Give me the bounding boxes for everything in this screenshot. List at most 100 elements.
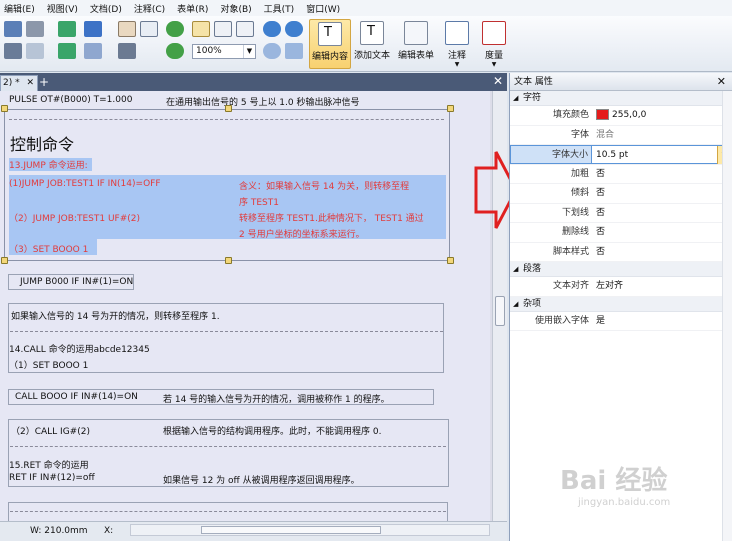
menu-window[interactable]: 窗口(W) [302, 2, 348, 15]
prop-text-align[interactable]: 文本对齐 左对齐 [510, 277, 732, 297]
actual-size-icon[interactable] [192, 21, 210, 37]
comment-button[interactable]: 注释 ▼ [443, 19, 471, 69]
scroll-thumb[interactable] [495, 296, 505, 326]
prop-value: 否 [596, 246, 606, 257]
resize-handle-bl[interactable] [1, 257, 8, 264]
toolbar: 100% ▼ T 编辑内容 T 添加文本 编辑表单 注释 ▼ 度量 ▼ [0, 16, 732, 72]
menu-comment[interactable]: 注释(C) [130, 2, 173, 15]
add-text-button[interactable]: T 添加文本 [353, 19, 391, 69]
prop-key: 文本对齐 [552, 281, 589, 291]
category-character[interactable]: ◢ 字符 [510, 91, 732, 106]
prop-value: 否 [596, 207, 606, 218]
snapshot-icon[interactable] [118, 43, 136, 59]
watermark-logo: Bai 经验 jingyan.baidu.com [560, 460, 710, 520]
properties-scrollbar[interactable] [722, 91, 732, 541]
prop-script-style[interactable]: 脚本样式 否 [510, 243, 732, 262]
edit-form-icon [404, 21, 428, 45]
save-icon[interactable] [4, 21, 22, 37]
menu-edit[interactable]: 编辑(E) [0, 2, 43, 15]
zoom-in-icon[interactable] [263, 21, 281, 37]
resize-handle-bm[interactable] [225, 257, 232, 264]
prop-font[interactable]: 字体 混合 [510, 126, 732, 145]
category-paragraph[interactable]: ◢ 段落 [510, 262, 732, 277]
close-icon[interactable]: ✕ [717, 73, 726, 91]
email-icon[interactable] [26, 43, 44, 59]
redo-icon[interactable] [84, 43, 102, 59]
resize-handle-tm[interactable] [225, 105, 232, 112]
zoom-select[interactable]: 100% ▼ [192, 44, 256, 59]
prop-font-size[interactable]: 字体大小 10.5 pt▼ [510, 145, 732, 165]
zoom-tool-icon[interactable] [263, 43, 281, 59]
prop-embed-font[interactable]: 使用嵌入字体 是 [510, 312, 732, 331]
fit-width-icon[interactable] [236, 21, 254, 37]
doc-line-jump1-right: 含义：如果输入信号 14 为关，则转移至程 [239, 182, 410, 192]
fit-page-icon[interactable] [214, 21, 232, 37]
select-text-icon[interactable] [140, 21, 158, 37]
forward-icon[interactable] [58, 43, 76, 59]
scanner-icon[interactable] [26, 21, 44, 37]
comment-icon [445, 21, 469, 45]
menu-view[interactable]: 视图(V) [43, 2, 86, 15]
horizontal-scrollbar[interactable] [130, 524, 490, 536]
resize-handle-br[interactable] [447, 257, 454, 264]
cursor-x-readout: X: [104, 526, 114, 536]
measure-button[interactable]: 度量 ▼ [480, 19, 508, 69]
doc-line-jump2-right-2: 2 号用户坐标的坐标系来运行。 [239, 230, 365, 240]
category-misc[interactable]: ◢ 杂项 [510, 296, 732, 312]
doc-line-jump-title: 13.JUMP 命令运用: [9, 158, 92, 171]
doc-line-call-ig-right: 根据输入信号的结构调用程序。此时，不能调用程序 0. [163, 427, 382, 437]
collapse-icon[interactable]: ◢ [513, 297, 523, 312]
doc-line-ret-left: RET IF IN#(12)=off [9, 473, 95, 483]
collapse-icon[interactable]: ◢ [513, 91, 523, 106]
close-icon[interactable]: ✕ [26, 76, 34, 90]
collapse-icon[interactable]: ◢ [513, 262, 523, 277]
prop-value: 否 [596, 227, 606, 237]
resize-handle-tr[interactable] [447, 105, 454, 112]
document-tab[interactable]: 2) * ✕ [0, 75, 38, 91]
properties-title-label: 文本 属性 [514, 77, 553, 87]
color-swatch[interactable] [596, 109, 609, 120]
divider [10, 511, 446, 512]
prop-key: 删除线 [561, 227, 589, 237]
document-tab-label: 2) * [3, 78, 20, 88]
document-page: PULSE OT#(B000) T=1.000 在通用输出信号的 5 号上以 1… [0, 91, 490, 521]
watermark-main: Bai 经验 [560, 466, 668, 496]
menu-form[interactable]: 表单(R) [173, 2, 216, 15]
doc-line-call-ig-left: （2）CALL IG#(2) [11, 427, 90, 437]
edit-content-button[interactable]: T 编辑内容 [309, 19, 351, 69]
zoom-out-icon[interactable] [285, 21, 303, 37]
divider [10, 331, 443, 332]
prop-value: 是 [596, 315, 606, 326]
resize-handle-tl[interactable] [1, 105, 8, 112]
prop-bold[interactable]: 加粗 否 [510, 165, 732, 184]
scroll-thumb[interactable] [201, 526, 381, 534]
hand-tool-icon[interactable] [118, 21, 136, 37]
add-text-icon: T [360, 21, 384, 45]
menu-document[interactable]: 文档(D) [86, 2, 130, 15]
rotate-right-icon[interactable] [166, 43, 184, 59]
prop-key: 脚本样式 [552, 246, 589, 257]
prop-strikethrough[interactable]: 删除线 否 [510, 223, 732, 243]
back-icon[interactable] [58, 21, 76, 37]
app-window: 编辑(E) 视图(V) 文档(D) 注释(C) 表单(R) 对象(B) 工具(T… [0, 0, 732, 541]
zoom-value: 100% [196, 46, 222, 56]
rotate-left-icon[interactable] [166, 21, 184, 37]
chevron-down-icon: ▼ [491, 61, 497, 68]
print-icon[interactable] [4, 43, 22, 59]
loupe-icon[interactable] [285, 43, 303, 59]
prop-value: 否 [596, 168, 606, 179]
properties-title: 文本 属性 ✕ [510, 73, 732, 91]
undo-icon[interactable] [84, 21, 102, 37]
prop-italic[interactable]: 倾斜 否 [510, 184, 732, 204]
prop-underline[interactable]: 下划线 否 [510, 204, 732, 223]
doc-line-1-left: PULSE OT#(B000) T=1.000 [9, 95, 133, 105]
menu-tools[interactable]: 工具(T) [260, 2, 303, 15]
new-tab-icon[interactable]: + [38, 75, 50, 89]
watermark-sub: jingyan.baidu.com [578, 497, 671, 508]
menu-object[interactable]: 对象(B) [216, 2, 259, 15]
font-size-input[interactable]: 10.5 pt [596, 150, 628, 160]
close-document-icon[interactable]: ✕ [493, 74, 503, 88]
measure-icon [482, 21, 506, 45]
prop-fill-color[interactable]: 填充颜色 255,0,0 [510, 106, 732, 126]
edit-form-button[interactable]: 编辑表单 [396, 19, 436, 69]
